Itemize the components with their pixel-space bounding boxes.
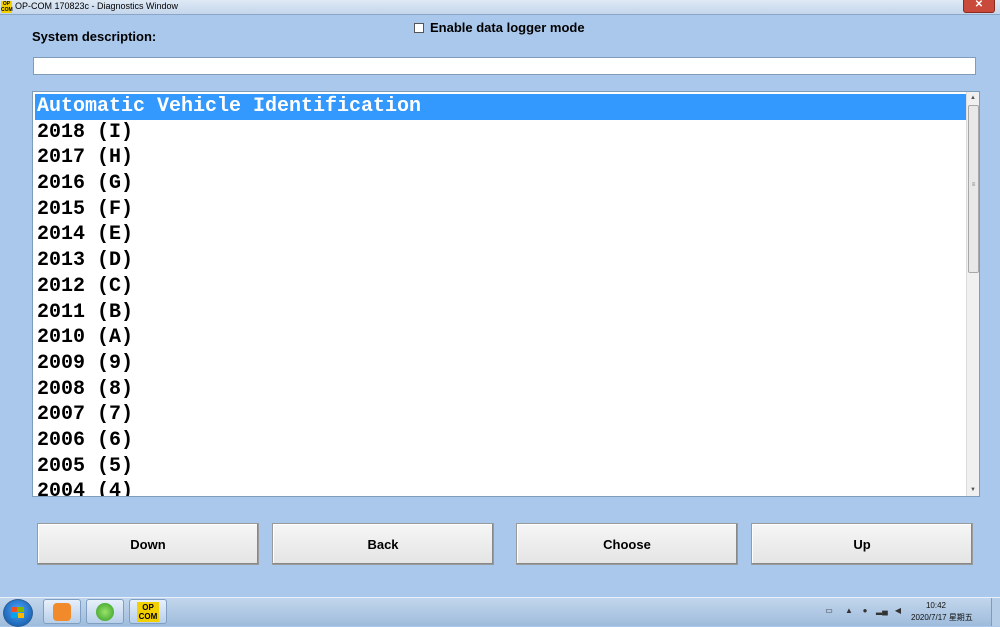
opcom-app-icon: OP COM [1, 1, 13, 13]
scroll-down-arrow-icon[interactable]: ▼ [967, 484, 979, 496]
choose-button[interactable]: Choose [516, 523, 738, 565]
show-desktop-button[interactable] [991, 598, 1000, 626]
grip-icon: ≡ [971, 182, 976, 188]
vertical-scrollbar[interactable]: ▲ ≡ ▼ [966, 92, 979, 496]
list-item[interactable]: 2018 (I) [35, 120, 966, 146]
window-title: OP-COM 170823c - Diagnostics Window [15, 1, 179, 11]
keyboard-icon[interactable]: ▭ [824, 607, 834, 615]
clock-date: 2020/7/17 星期五 [911, 613, 973, 622]
start-button[interactable] [3, 599, 33, 627]
list-item[interactable]: 2007 (7) [35, 402, 966, 428]
up-button[interactable]: Up [751, 523, 973, 565]
list-item[interactable]: 2004 (4) [35, 479, 966, 496]
close-button[interactable]: ✕ [963, 0, 995, 13]
list-item[interactable]: 2015 (F) [35, 197, 966, 223]
system-description-field[interactable] [33, 57, 976, 75]
list-item[interactable]: 2014 (E) [35, 222, 966, 248]
scroll-up-arrow-icon[interactable]: ▲ [967, 92, 979, 104]
taskbar: OP COM ▭ ▲ ● ▂▄ ◀ 10:42 2020/7/17 星期五 [0, 597, 1000, 627]
scrollbar-thumb[interactable]: ≡ [968, 105, 979, 273]
list-item[interactable]: 2006 (6) [35, 428, 966, 454]
volume-icon[interactable]: ◀ [893, 607, 903, 615]
list-item[interactable]: 2012 (C) [35, 274, 966, 300]
taskbar-app-store[interactable] [43, 599, 81, 624]
qq-icon[interactable]: ● [860, 607, 870, 615]
list-item[interactable]: 2005 (5) [35, 454, 966, 480]
list-items: Automatic Vehicle Identification 2018 (I)… [35, 94, 966, 496]
close-icon: ✕ [974, 0, 984, 10]
down-button[interactable]: Down [37, 523, 259, 565]
list-item[interactable]: 2009 (9) [35, 351, 966, 377]
list-item[interactable]: 2011 (B) [35, 300, 966, 326]
list-item[interactable]: 2013 (D) [35, 248, 966, 274]
show-hidden-icons-icon[interactable]: ▲ [844, 607, 854, 615]
opcom-taskbar-text: OP COM [138, 603, 158, 621]
list-item[interactable]: 2017 (H) [35, 145, 966, 171]
diagnostics-window: System description: Enable data logger m… [0, 15, 1000, 597]
windows-logo-icon [11, 607, 24, 619]
browser-icon [96, 603, 114, 621]
vehicle-year-listbox[interactable]: Automatic Vehicle Identification 2018 (I)… [32, 91, 980, 497]
system-clock[interactable]: 10:42 2020/7/17 星期五 [911, 600, 973, 624]
list-item[interactable]: 2016 (G) [35, 171, 966, 197]
app-icon-text: OP COM [1, 1, 13, 13]
data-logger-toggle[interactable]: Enable data logger mode [414, 20, 585, 35]
store-icon [53, 603, 71, 621]
data-logger-label: Enable data logger mode [430, 20, 585, 35]
list-item[interactable]: 2008 (8) [35, 377, 966, 403]
window-title-bar[interactable]: OP COM OP-COM 170823c - Diagnostics Wind… [0, 0, 1000, 15]
list-item[interactable]: 2010 (A) [35, 325, 966, 351]
clock-time: 10:42 [925, 601, 947, 610]
back-button[interactable]: Back [272, 523, 494, 565]
taskbar-app-browser[interactable] [86, 599, 124, 624]
list-item-selected[interactable]: Automatic Vehicle Identification [35, 94, 966, 120]
system-description-label: System description: [32, 29, 157, 44]
taskbar-app-opcom[interactable]: OP COM [129, 599, 167, 624]
opcom-taskbar-icon: OP COM [137, 602, 159, 622]
data-logger-checkbox[interactable] [414, 22, 424, 33]
network-icon[interactable]: ▂▄ [876, 607, 888, 615]
